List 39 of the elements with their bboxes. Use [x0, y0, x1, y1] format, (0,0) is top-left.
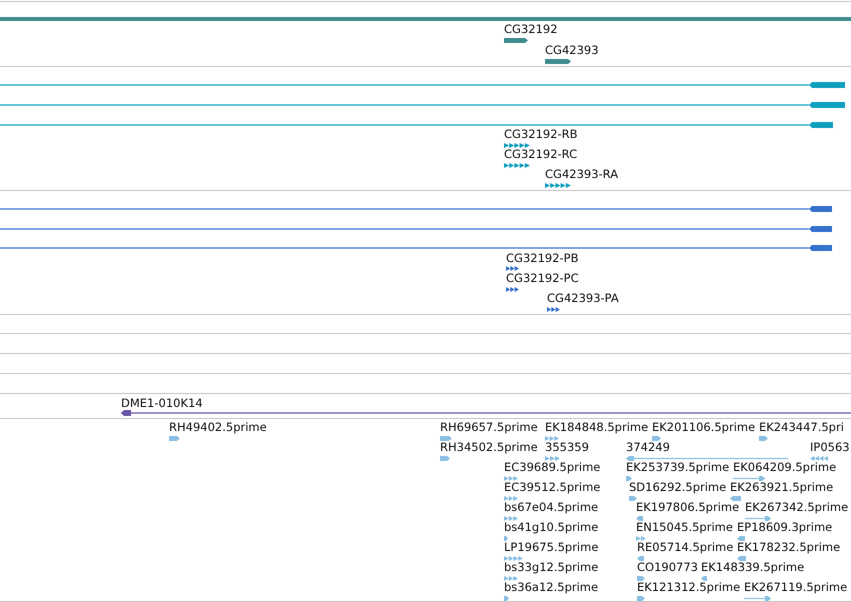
feature-label: CG32192-RB: [504, 127, 578, 141]
feature-label: EK148339.5prime: [701, 560, 804, 574]
feature-label: EK197806.5prime: [636, 500, 740, 514]
feature-label: CG42393-RA: [545, 167, 618, 181]
feature-label: EK267342.5prime: [745, 500, 848, 514]
feature-label: EP18609.3prime: [737, 520, 832, 534]
feature-label: bs41g10.5prime: [504, 520, 598, 534]
feature-label: CG32192-RC: [504, 147, 578, 161]
feature-label: EK064209.5prime: [733, 460, 836, 474]
feature-label: EK243447.5pri: [759, 420, 844, 434]
feature-label: LP19675.5prime: [504, 540, 598, 554]
feature-label: RH49402.5prime: [169, 420, 267, 434]
feature-label: CG32192: [504, 22, 558, 36]
feature-label: EK263921.5prime: [730, 480, 834, 494]
feature-label: CG32192-PC: [506, 271, 579, 285]
feature-label: CG32192-PB: [506, 251, 578, 265]
feature-label: bs33g12.5prime: [504, 560, 598, 574]
feature-label: RH69657.5prime: [440, 420, 538, 434]
feature-label: IP0563: [810, 440, 850, 454]
feature-label: CG42393-PA: [547, 291, 619, 305]
feature-label: SD16292.5prime: [629, 480, 726, 494]
feature-label: EK253739.5prime: [626, 460, 730, 474]
feature-label: EC39689.5prime: [504, 460, 600, 474]
feature-label: EK184848.5prime: [545, 420, 648, 434]
feature-label: EK121312.5prime: [637, 580, 740, 594]
feature-label: 374249: [626, 440, 670, 454]
feature-label: CO190773: [637, 560, 698, 574]
feature-label: RH34502.5prime: [440, 440, 538, 454]
feature-label: EK267119.5prime: [744, 580, 848, 594]
feature-label: DME1-010K14: [121, 396, 203, 410]
feature-label: bs36a12.5prime: [504, 580, 598, 594]
feature-label: EN15045.5prime: [636, 520, 733, 534]
feature-label: CG42393: [545, 43, 599, 57]
feature-label: RE05714.5prime: [637, 540, 734, 554]
feature-label: EK201106.5prime: [652, 420, 756, 434]
feature-label: EK178232.5prime: [737, 540, 840, 554]
feature-label: EC39512.5prime: [504, 480, 600, 494]
feature-label: 355359: [545, 440, 589, 454]
feature-label: bs67e04.5prime: [504, 500, 598, 514]
